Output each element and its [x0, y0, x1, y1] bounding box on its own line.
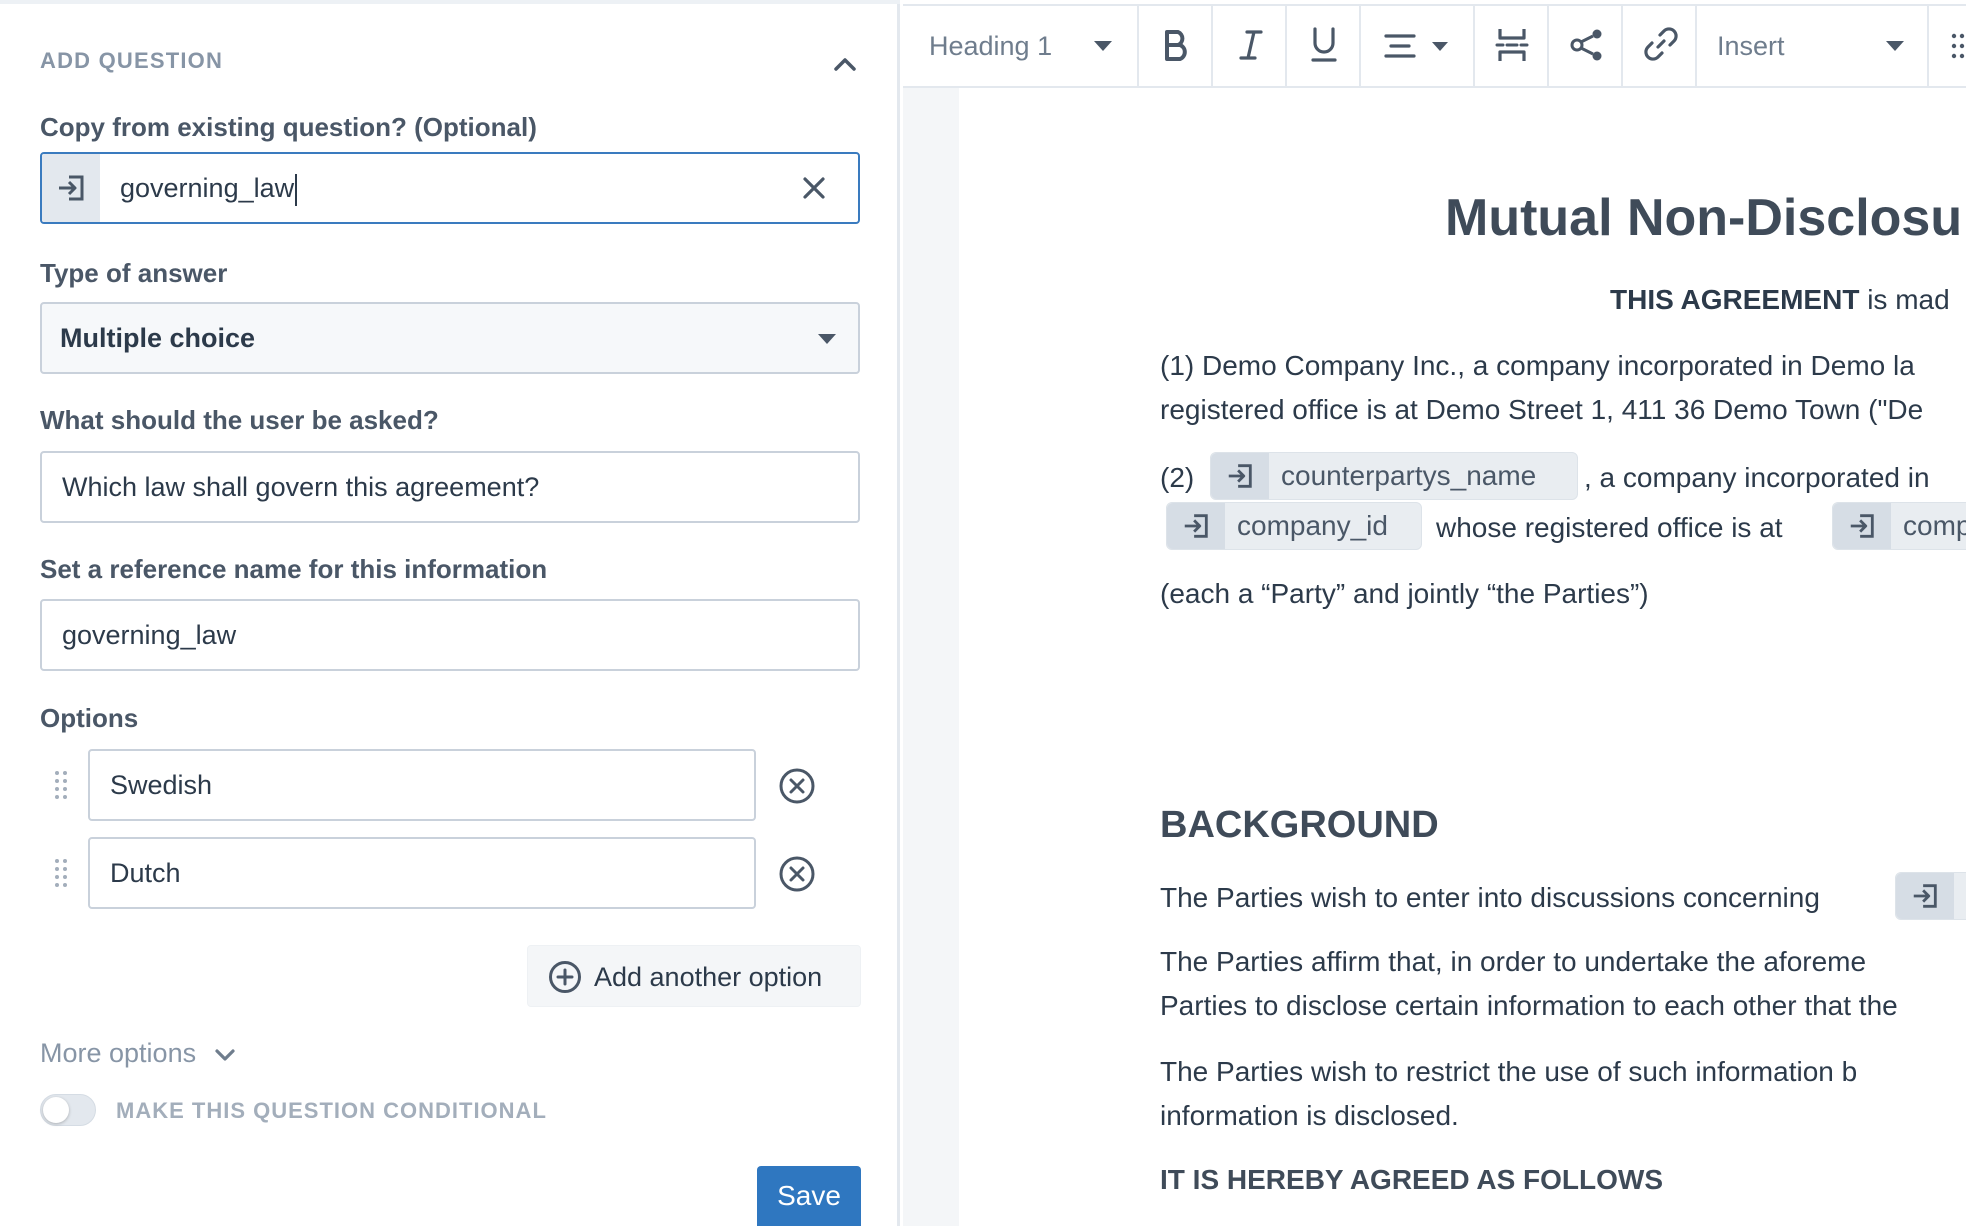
- underline-button[interactable]: [1287, 6, 1361, 86]
- add-question-panel: ADD QUESTION Copy from existing question…: [0, 0, 900, 1226]
- insert-dropdown[interactable]: Insert: [1697, 6, 1929, 86]
- more-toolbar-button[interactable]: [1929, 6, 1966, 86]
- bold-icon: [1165, 30, 1187, 61]
- chevron-down-icon: [215, 1049, 235, 1061]
- more-icon: [1951, 33, 1965, 59]
- bold-button[interactable]: [1139, 6, 1213, 86]
- agreed-heading: IT IS HEREBY AGREED AS FOLLOWS: [1160, 1164, 1664, 1195]
- italic-icon: [1239, 30, 1263, 60]
- drag-handle-icon[interactable]: [54, 769, 68, 801]
- text-caret: [295, 173, 298, 206]
- share-button[interactable]: [1549, 6, 1623, 86]
- field-chip-counterparty[interactable]: counterpartys_name: [1210, 452, 1578, 500]
- clear-icon[interactable]: [800, 174, 828, 202]
- document-title: Mutual Non-Disclosu: [1445, 189, 1963, 247]
- insert-label: Insert: [1717, 31, 1785, 61]
- field-chip-company-id[interactable]: company_id: [1166, 502, 1422, 550]
- question-text-label: What should the user be asked?: [40, 405, 439, 435]
- insert-field-icon: [42, 154, 100, 222]
- remove-option-icon[interactable]: [778, 767, 816, 805]
- more-options-label: More options: [40, 1038, 197, 1068]
- share-nodes-icon: [1570, 29, 1602, 61]
- editor-toolbar: Heading 1 Insert: [903, 4, 1966, 88]
- option-input[interactable]: Dutch: [88, 837, 756, 909]
- insert-field-icon: [1167, 503, 1225, 549]
- caret-down-icon: [1094, 41, 1112, 51]
- option-row: Dutch: [40, 837, 840, 909]
- document-canvas[interactable]: Mutual Non-Disclosu THIS AGREEMENT is ma…: [960, 88, 1966, 1226]
- copy-question-value: governing_law: [120, 154, 298, 222]
- field-chip-label: company_id: [1237, 510, 1388, 541]
- copy-question-label: Copy from existing question? (Optional): [40, 112, 537, 142]
- more-options-toggle[interactable]: More options: [40, 1038, 236, 1069]
- question-text-input[interactable]: Which law shall govern this agreement?: [40, 451, 860, 523]
- reference-name-label: Set a reference name for this informatio…: [40, 554, 548, 584]
- link-button[interactable]: [1623, 6, 1697, 86]
- text-style-dropdown[interactable]: Heading 1: [903, 6, 1139, 86]
- editor-gutter: [903, 88, 959, 1226]
- drag-handle-icon[interactable]: [54, 857, 68, 889]
- remove-option-icon[interactable]: [778, 855, 816, 893]
- align-dropdown[interactable]: [1361, 6, 1475, 86]
- page-break-icon: [1495, 29, 1529, 61]
- party1-line1: (1) Demo Company Inc., a company incorpo…: [1160, 350, 1915, 381]
- reference-name-input[interactable]: governing_law: [40, 599, 860, 671]
- link-icon: [1644, 27, 1678, 61]
- option-input[interactable]: Swedish: [88, 749, 756, 821]
- page-break-button[interactable]: [1475, 6, 1549, 86]
- agreement-intro: THIS AGREEMENT is mad: [1610, 284, 1950, 316]
- underline-icon: [1311, 27, 1337, 62]
- conditional-toggle[interactable]: [40, 1094, 96, 1126]
- caret-down-icon: [1886, 41, 1904, 51]
- conditional-label: MAKE THIS QUESTION CONDITIONAL: [116, 1098, 547, 1123]
- answer-type-label: Type of answer: [40, 258, 228, 288]
- insert-field-icon: [1833, 503, 1891, 549]
- chevron-up-icon[interactable]: [830, 50, 860, 78]
- field-chip-purpose[interactable]: [1895, 872, 1966, 920]
- party2-line2-mid: whose registered office is at: [1436, 512, 1783, 543]
- field-chip-label: counterpartys_name: [1281, 460, 1537, 491]
- italic-button[interactable]: [1213, 6, 1287, 86]
- caret-down-icon: [818, 334, 836, 344]
- answer-type-select[interactable]: Multiple choice: [40, 302, 860, 374]
- plus-circle-icon: [549, 961, 581, 993]
- panel-top-divider: [0, 0, 900, 4]
- copy-question-input[interactable]: governing_law: [40, 152, 860, 224]
- add-option-label: Add another option: [594, 962, 823, 992]
- party1-line2: registered office is at Demo Street 1, 4…: [1160, 394, 1924, 425]
- save-button[interactable]: Save: [757, 1166, 861, 1226]
- answer-type-value: Multiple choice: [60, 323, 256, 353]
- insert-field-icon: [1896, 873, 1954, 919]
- section-title: ADD QUESTION: [40, 48, 224, 73]
- parties-definition: (each a “Party” and jointly “the Parties…: [1160, 578, 1649, 609]
- option-row: Swedish: [40, 749, 840, 821]
- toggle-knob: [43, 1097, 69, 1123]
- field-chip-label: comp: [1903, 510, 1966, 541]
- background-line2b: Parties to disclose certain information …: [1160, 990, 1898, 1021]
- align-icon: [1384, 34, 1416, 58]
- caret-down-icon: [1432, 42, 1448, 51]
- background-line3a: The Parties wish to restrict the use of …: [1160, 1056, 1858, 1087]
- background-line3b: information is disclosed.: [1160, 1100, 1459, 1131]
- insert-field-icon: [1211, 453, 1269, 499]
- field-chip-company-address[interactable]: comp: [1832, 502, 1966, 550]
- options-label: Options: [40, 703, 139, 733]
- background-line2a: The Parties affirm that, in order to und…: [1160, 946, 1867, 977]
- agreement-intro-rest: is mad: [1859, 284, 1950, 315]
- background-heading: BACKGROUND: [1160, 804, 1439, 846]
- agreement-intro-bold: THIS AGREEMENT: [1610, 284, 1860, 315]
- text-style-value: Heading 1: [929, 31, 1053, 61]
- add-option-button[interactable]: Add another option: [527, 945, 861, 1007]
- party2-prefix: (2): [1160, 462, 1195, 493]
- party2-after-chip: , a company incorporated in: [1584, 462, 1930, 493]
- background-line1: The Parties wish to enter into discussio…: [1160, 882, 1820, 913]
